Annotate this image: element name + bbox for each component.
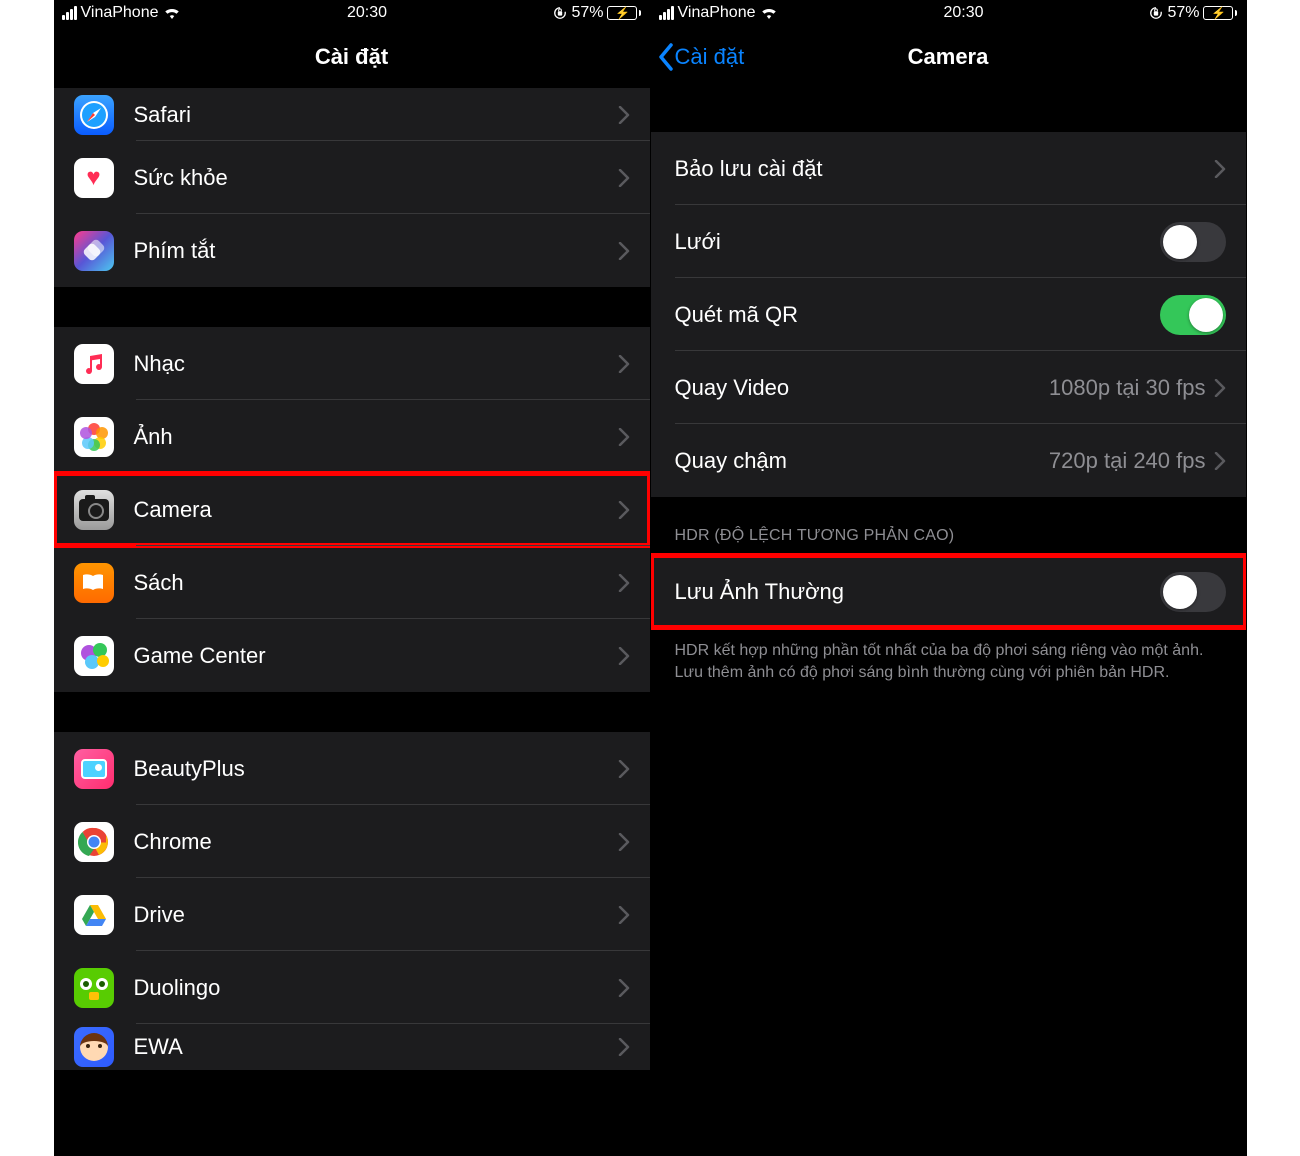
row-label: Safari — [134, 102, 618, 128]
chevron-right-icon — [618, 760, 630, 778]
row-label: Sách — [134, 570, 618, 596]
row-drive[interactable]: Drive — [54, 878, 650, 951]
signal-bars-icon — [659, 6, 674, 20]
safari-icon — [74, 95, 114, 135]
camera-settings-screen: VinaPhone 20:30 57% ⚡ Cài đặt Camera Bảo… — [650, 0, 1246, 1156]
grid-toggle[interactable] — [1160, 222, 1226, 262]
chevron-right-icon — [1214, 379, 1226, 397]
row-camera[interactable]: Camera — [54, 473, 650, 546]
status-time: 20:30 — [943, 4, 983, 22]
row-grid: Lưới — [651, 205, 1246, 278]
settings-screen: VinaPhone 20:30 57% ⚡ Cài đặt Safari ♥ S… — [54, 0, 650, 1156]
orientation-lock-icon — [553, 6, 567, 20]
ewa-icon — [74, 1027, 114, 1067]
row-label: Bảo lưu cài đặt — [675, 156, 1214, 182]
shortcuts-icon — [74, 231, 114, 271]
status-time: 20:30 — [347, 4, 387, 22]
row-duolingo[interactable]: Duolingo — [54, 951, 650, 1024]
row-keep-normal-photo: Lưu Ảnh Thường — [651, 555, 1246, 628]
chevron-left-icon — [657, 43, 675, 71]
keep-normal-photo-toggle[interactable] — [1160, 572, 1226, 612]
chevron-right-icon — [618, 355, 630, 373]
row-preserve-settings[interactable]: Bảo lưu cài đặt — [651, 132, 1246, 205]
status-bar: VinaPhone 20:30 57% ⚡ — [651, 0, 1246, 26]
row-label: Game Center — [134, 643, 618, 669]
row-value: 720p tại 240 fps — [1049, 448, 1206, 474]
signal-bars-icon — [62, 6, 77, 20]
chevron-right-icon — [618, 574, 630, 592]
row-label: EWA — [134, 1034, 618, 1060]
health-icon: ♥ — [74, 158, 114, 198]
qr-toggle[interactable] — [1160, 295, 1226, 335]
status-bar: VinaPhone 20:30 57% ⚡ — [54, 0, 650, 26]
back-label: Cài đặt — [675, 44, 745, 70]
row-health[interactable]: ♥ Sức khỏe — [54, 141, 650, 214]
row-scan-qr: Quét mã QR — [651, 278, 1246, 351]
row-record-slomo[interactable]: Quay chậm 720p tại 240 fps — [651, 424, 1246, 497]
row-gamecenter[interactable]: Game Center — [54, 619, 650, 692]
chevron-right-icon — [618, 647, 630, 665]
row-photos[interactable]: Ảnh — [54, 400, 650, 473]
row-label: Camera — [134, 497, 618, 523]
battery-percent: 57% — [571, 4, 603, 22]
row-music[interactable]: Nhạc — [54, 327, 650, 400]
row-shortcuts[interactable]: Phím tắt — [54, 214, 650, 287]
row-label: Quét mã QR — [675, 302, 1160, 328]
row-label: Sức khỏe — [134, 165, 618, 191]
camera-icon — [74, 490, 114, 530]
row-ewa[interactable]: EWA — [54, 1024, 650, 1070]
nav-bar: Cài đặt Camera — [651, 26, 1246, 88]
row-safari[interactable]: Safari — [54, 88, 650, 141]
row-record-video[interactable]: Quay Video 1080p tại 30 fps — [651, 351, 1246, 424]
chevron-right-icon — [1214, 452, 1226, 470]
chevron-right-icon — [618, 833, 630, 851]
back-button[interactable]: Cài đặt — [657, 43, 745, 71]
chevron-right-icon — [618, 242, 630, 260]
battery-icon: ⚡ — [1203, 6, 1237, 20]
music-icon — [74, 344, 114, 384]
duolingo-icon — [74, 968, 114, 1008]
row-beautyplus[interactable]: BeautyPlus — [54, 732, 650, 805]
chevron-right-icon — [618, 979, 630, 997]
row-label: Chrome — [134, 829, 618, 855]
row-label: Quay chậm — [675, 448, 1049, 474]
row-label: BeautyPlus — [134, 756, 618, 782]
chevron-right-icon — [618, 428, 630, 446]
row-label: Phím tắt — [134, 238, 618, 264]
gamecenter-icon — [74, 636, 114, 676]
row-label: Quay Video — [675, 375, 1049, 401]
row-label: Nhạc — [134, 351, 618, 377]
books-icon — [74, 563, 114, 603]
row-label: Lưới — [675, 229, 1160, 255]
chevron-right-icon — [618, 906, 630, 924]
orientation-lock-icon — [1149, 6, 1163, 20]
wifi-icon — [760, 6, 778, 20]
row-label: Duolingo — [134, 975, 618, 1001]
photos-icon — [74, 417, 114, 457]
row-value: 1080p tại 30 fps — [1049, 375, 1206, 401]
chevron-right-icon — [618, 169, 630, 187]
hdr-section-header: HDR (ĐỘ LỆCH TƯƠNG PHẢN CAO) — [651, 497, 1246, 555]
chrome-icon — [74, 822, 114, 862]
chevron-right-icon — [618, 1038, 630, 1056]
page-title: Camera — [908, 44, 989, 70]
chevron-right-icon — [1214, 160, 1226, 178]
nav-bar: Cài đặt — [54, 26, 650, 88]
wifi-icon — [163, 6, 181, 20]
hdr-footer-text: HDR kết hợp những phần tốt nhất của ba đ… — [651, 628, 1246, 697]
row-chrome[interactable]: Chrome — [54, 805, 650, 878]
row-label: Drive — [134, 902, 618, 928]
carrier-label: VinaPhone — [678, 4, 756, 22]
row-label: Ảnh — [134, 424, 618, 450]
chevron-right-icon — [618, 501, 630, 519]
drive-icon — [74, 895, 114, 935]
battery-percent: 57% — [1167, 4, 1199, 22]
row-label: Lưu Ảnh Thường — [675, 579, 1160, 605]
beautyplus-icon — [74, 749, 114, 789]
chevron-right-icon — [618, 106, 630, 124]
carrier-label: VinaPhone — [81, 4, 159, 22]
row-books[interactable]: Sách — [54, 546, 650, 619]
battery-icon: ⚡ — [607, 6, 641, 20]
page-title: Cài đặt — [315, 44, 388, 70]
